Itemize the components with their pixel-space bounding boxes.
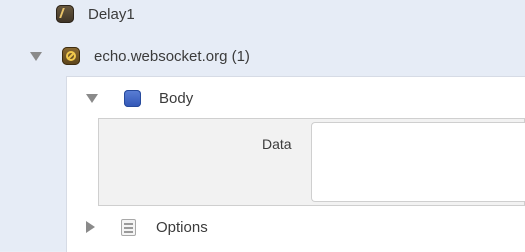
delay-icon (56, 5, 74, 23)
tree-item-delay-label: Delay1 (88, 5, 135, 23)
websocket-icon (62, 47, 80, 65)
section-body-header[interactable]: Body (86, 84, 193, 112)
body-icon (124, 89, 141, 107)
data-field-label: Data (262, 136, 292, 152)
tree-item-websocket-label: echo.websocket.org (1) (94, 47, 250, 65)
tree-item-delay[interactable]: Delay1 (56, 0, 135, 28)
data-field-input[interactable] (311, 122, 525, 202)
options-collapse-triangle-icon[interactable] (86, 221, 95, 233)
section-options-label: Options (156, 218, 208, 236)
body-expand-triangle-icon[interactable] (86, 93, 98, 103)
expand-triangle-icon[interactable] (30, 51, 42, 61)
section-body-label: Body (159, 89, 194, 107)
section-options-header[interactable]: Options (86, 213, 208, 241)
options-icon (121, 218, 136, 236)
tree-item-websocket[interactable]: echo.websocket.org (1) (30, 42, 250, 70)
